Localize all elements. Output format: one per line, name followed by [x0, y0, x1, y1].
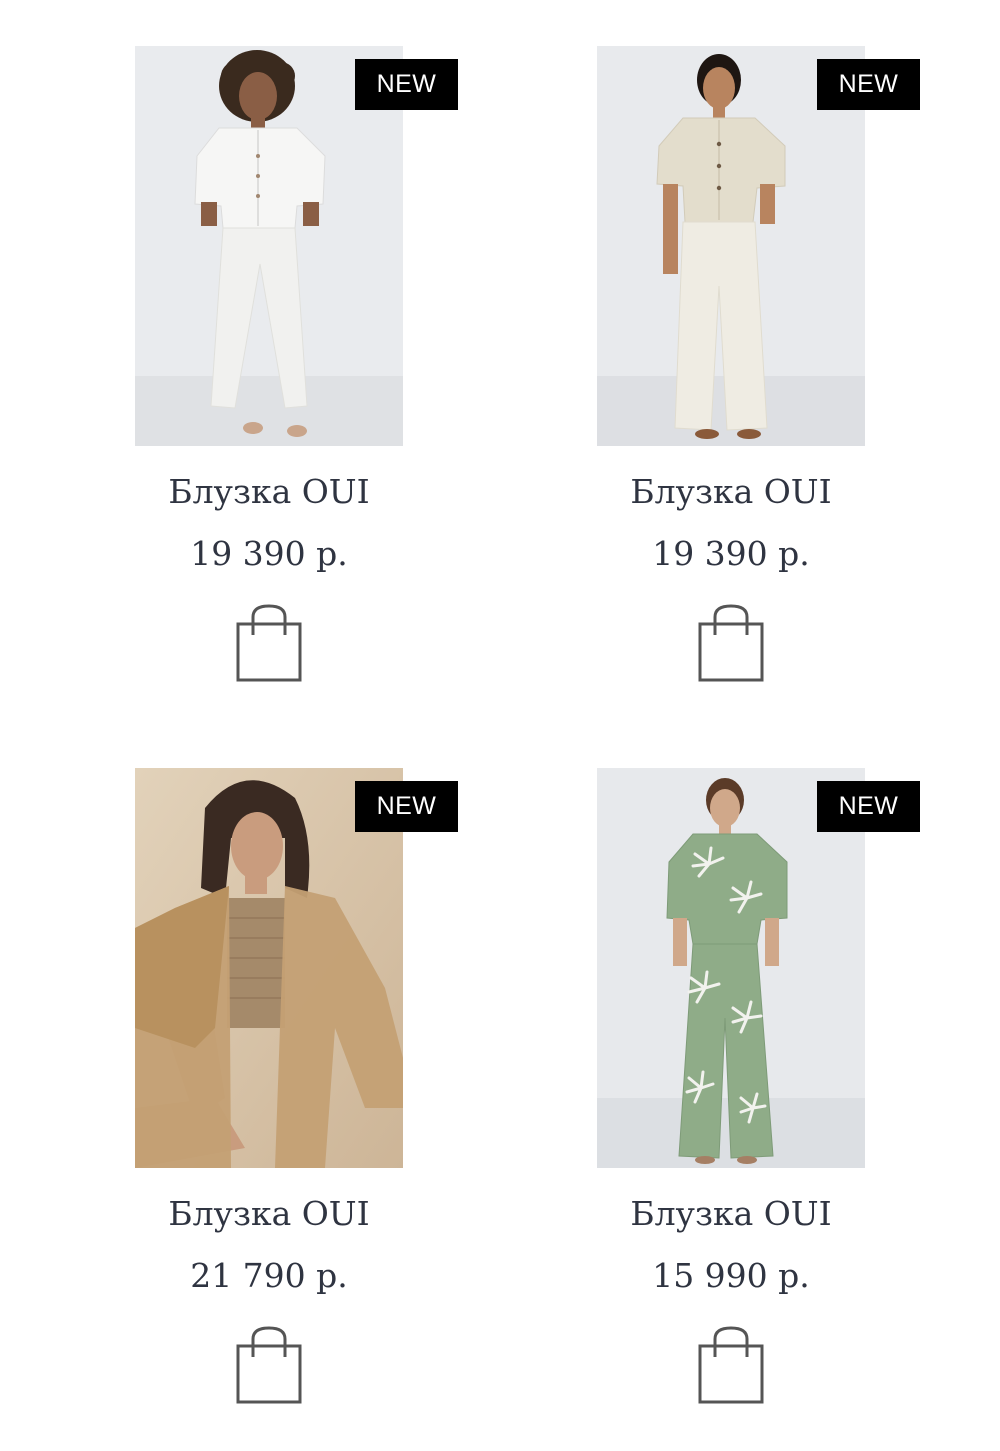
product-price: 19 390 р.: [190, 534, 348, 573]
product-title[interactable]: Блузка OUI: [74, 470, 464, 514]
product-title[interactable]: Блузка OUI: [536, 470, 926, 514]
product-price: 19 390 р.: [652, 534, 810, 573]
product-card: NEW Блузка OUI 19 390 р.: [536, 46, 926, 716]
add-to-cart-button[interactable]: [235, 1325, 303, 1405]
new-badge: NEW: [817, 59, 920, 110]
product-grid: NEW Блузка OUI 19 390 р. NEW Блузка OUI …: [0, 0, 1000, 1451]
product-price: 21 790 р.: [190, 1256, 348, 1295]
product-price: 15 990 р.: [652, 1256, 810, 1295]
new-badge: NEW: [817, 781, 920, 832]
shopping-bag-icon: [698, 604, 764, 682]
shopping-bag-icon: [236, 1326, 302, 1404]
product-card: NEW Блузка OUI 19 390 р.: [74, 46, 464, 716]
product-card: NEW Блузка OUI 21 790 р.: [74, 768, 464, 1438]
add-to-cart-button[interactable]: [235, 603, 303, 683]
product-title[interactable]: Блузка OUI: [536, 1192, 926, 1236]
shopping-bag-icon: [236, 604, 302, 682]
add-to-cart-button[interactable]: [697, 1325, 765, 1405]
add-to-cart-button[interactable]: [697, 603, 765, 683]
product-title[interactable]: Блузка OUI: [74, 1192, 464, 1236]
product-card: NEW Блузка OUI 15 990 р.: [536, 768, 926, 1438]
shopping-bag-icon: [698, 1326, 764, 1404]
new-badge: NEW: [355, 59, 458, 110]
new-badge: NEW: [355, 781, 458, 832]
